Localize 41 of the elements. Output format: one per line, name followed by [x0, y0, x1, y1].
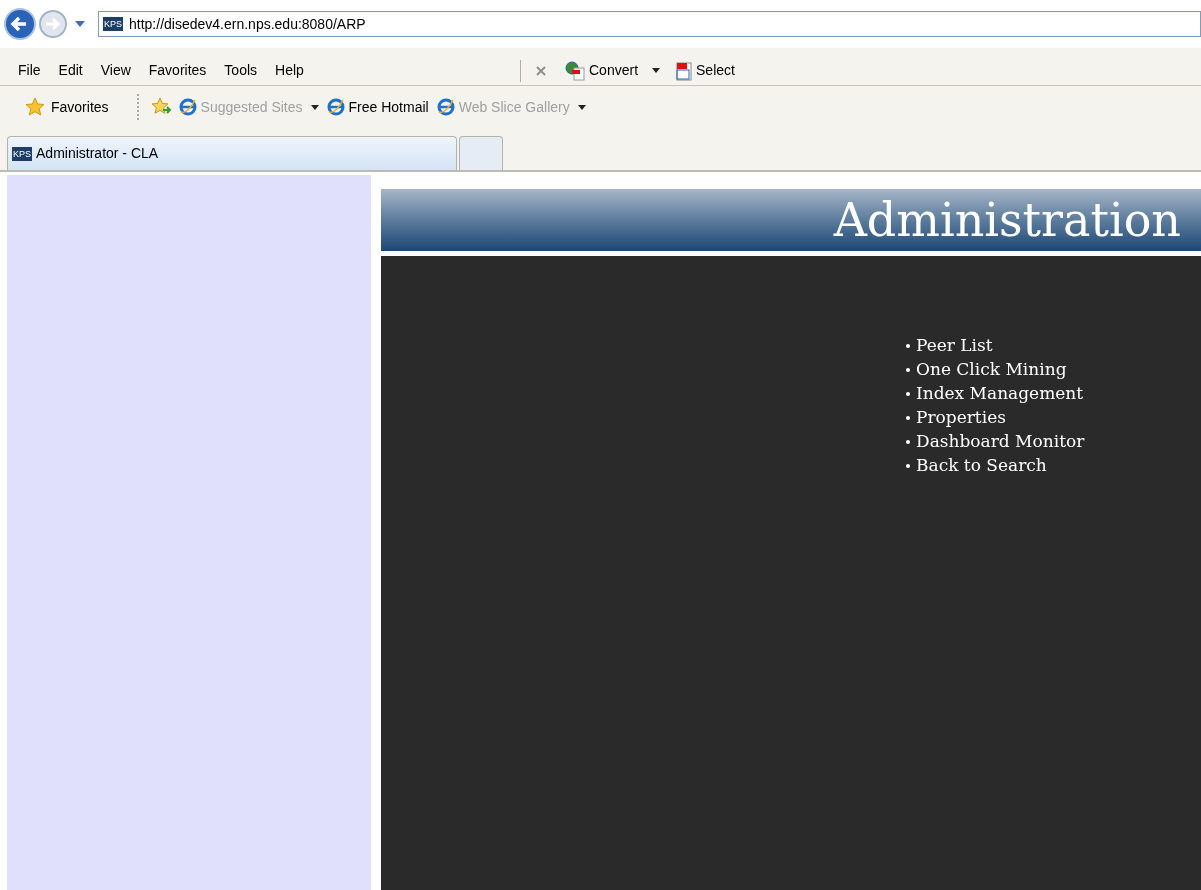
dropdown-icon: [577, 104, 586, 110]
favorites-button[interactable]: Favorites: [51, 96, 109, 118]
menu-item[interactable]: View: [100, 60, 131, 81]
url-text: http://disedev4.ern.nps.edu:8080/ARP: [129, 14, 366, 34]
address-field[interactable]: KPS http://disedev4.ern.nps.edu:8080/ARP: [98, 11, 1201, 37]
site-icon: KPS: [103, 17, 123, 31]
bullet-icon: [906, 464, 910, 468]
nav-link[interactable]: Back to Search: [916, 453, 1047, 479]
globe-document-icon: [565, 60, 587, 81]
convert-button[interactable]: Convert: [565, 60, 639, 81]
ie-icon: [436, 98, 455, 116]
bullet-icon: [906, 344, 910, 348]
close-icon[interactable]: [535, 64, 547, 77]
nav-link[interactable]: Properties: [916, 405, 1006, 431]
back-icon[interactable]: [4, 8, 36, 40]
dropdown-icon: [310, 104, 319, 110]
favorite-link[interactable]: Free Hotmail: [326, 96, 429, 118]
bullet-icon: [906, 368, 910, 372]
bullet-icon: [906, 392, 910, 396]
menu-item[interactable]: Edit: [58, 60, 83, 81]
nav-link[interactable]: One Click Mining: [916, 357, 1067, 383]
star-icon[interactable]: [25, 97, 45, 117]
menu-item[interactable]: File: [18, 60, 41, 81]
menu-item[interactable]: Tools: [224, 60, 258, 81]
ie-icon: [178, 98, 197, 116]
menu-item[interactable]: Favorites: [148, 60, 207, 81]
menu-item[interactable]: Help: [275, 60, 304, 81]
select-button[interactable]: Select: [674, 60, 735, 81]
tab[interactable]: KPS Administrator - CLA: [7, 136, 457, 170]
nav-link[interactable]: Dashboard Monitor: [916, 429, 1085, 455]
page-title: Administration: [833, 197, 1181, 243]
nav-link[interactable]: Index Management: [916, 381, 1084, 407]
bullet-icon: [906, 440, 910, 444]
site-icon: KPS: [12, 146, 32, 161]
new-tab-button[interactable]: [459, 136, 503, 170]
dropdown-icon[interactable]: [652, 68, 661, 73]
nav-link[interactable]: Peer List: [916, 333, 993, 359]
add-favorite-icon[interactable]: [150, 97, 173, 117]
bullet-icon: [906, 416, 910, 420]
document-select-icon: [674, 60, 695, 81]
ie-icon: [326, 98, 345, 116]
